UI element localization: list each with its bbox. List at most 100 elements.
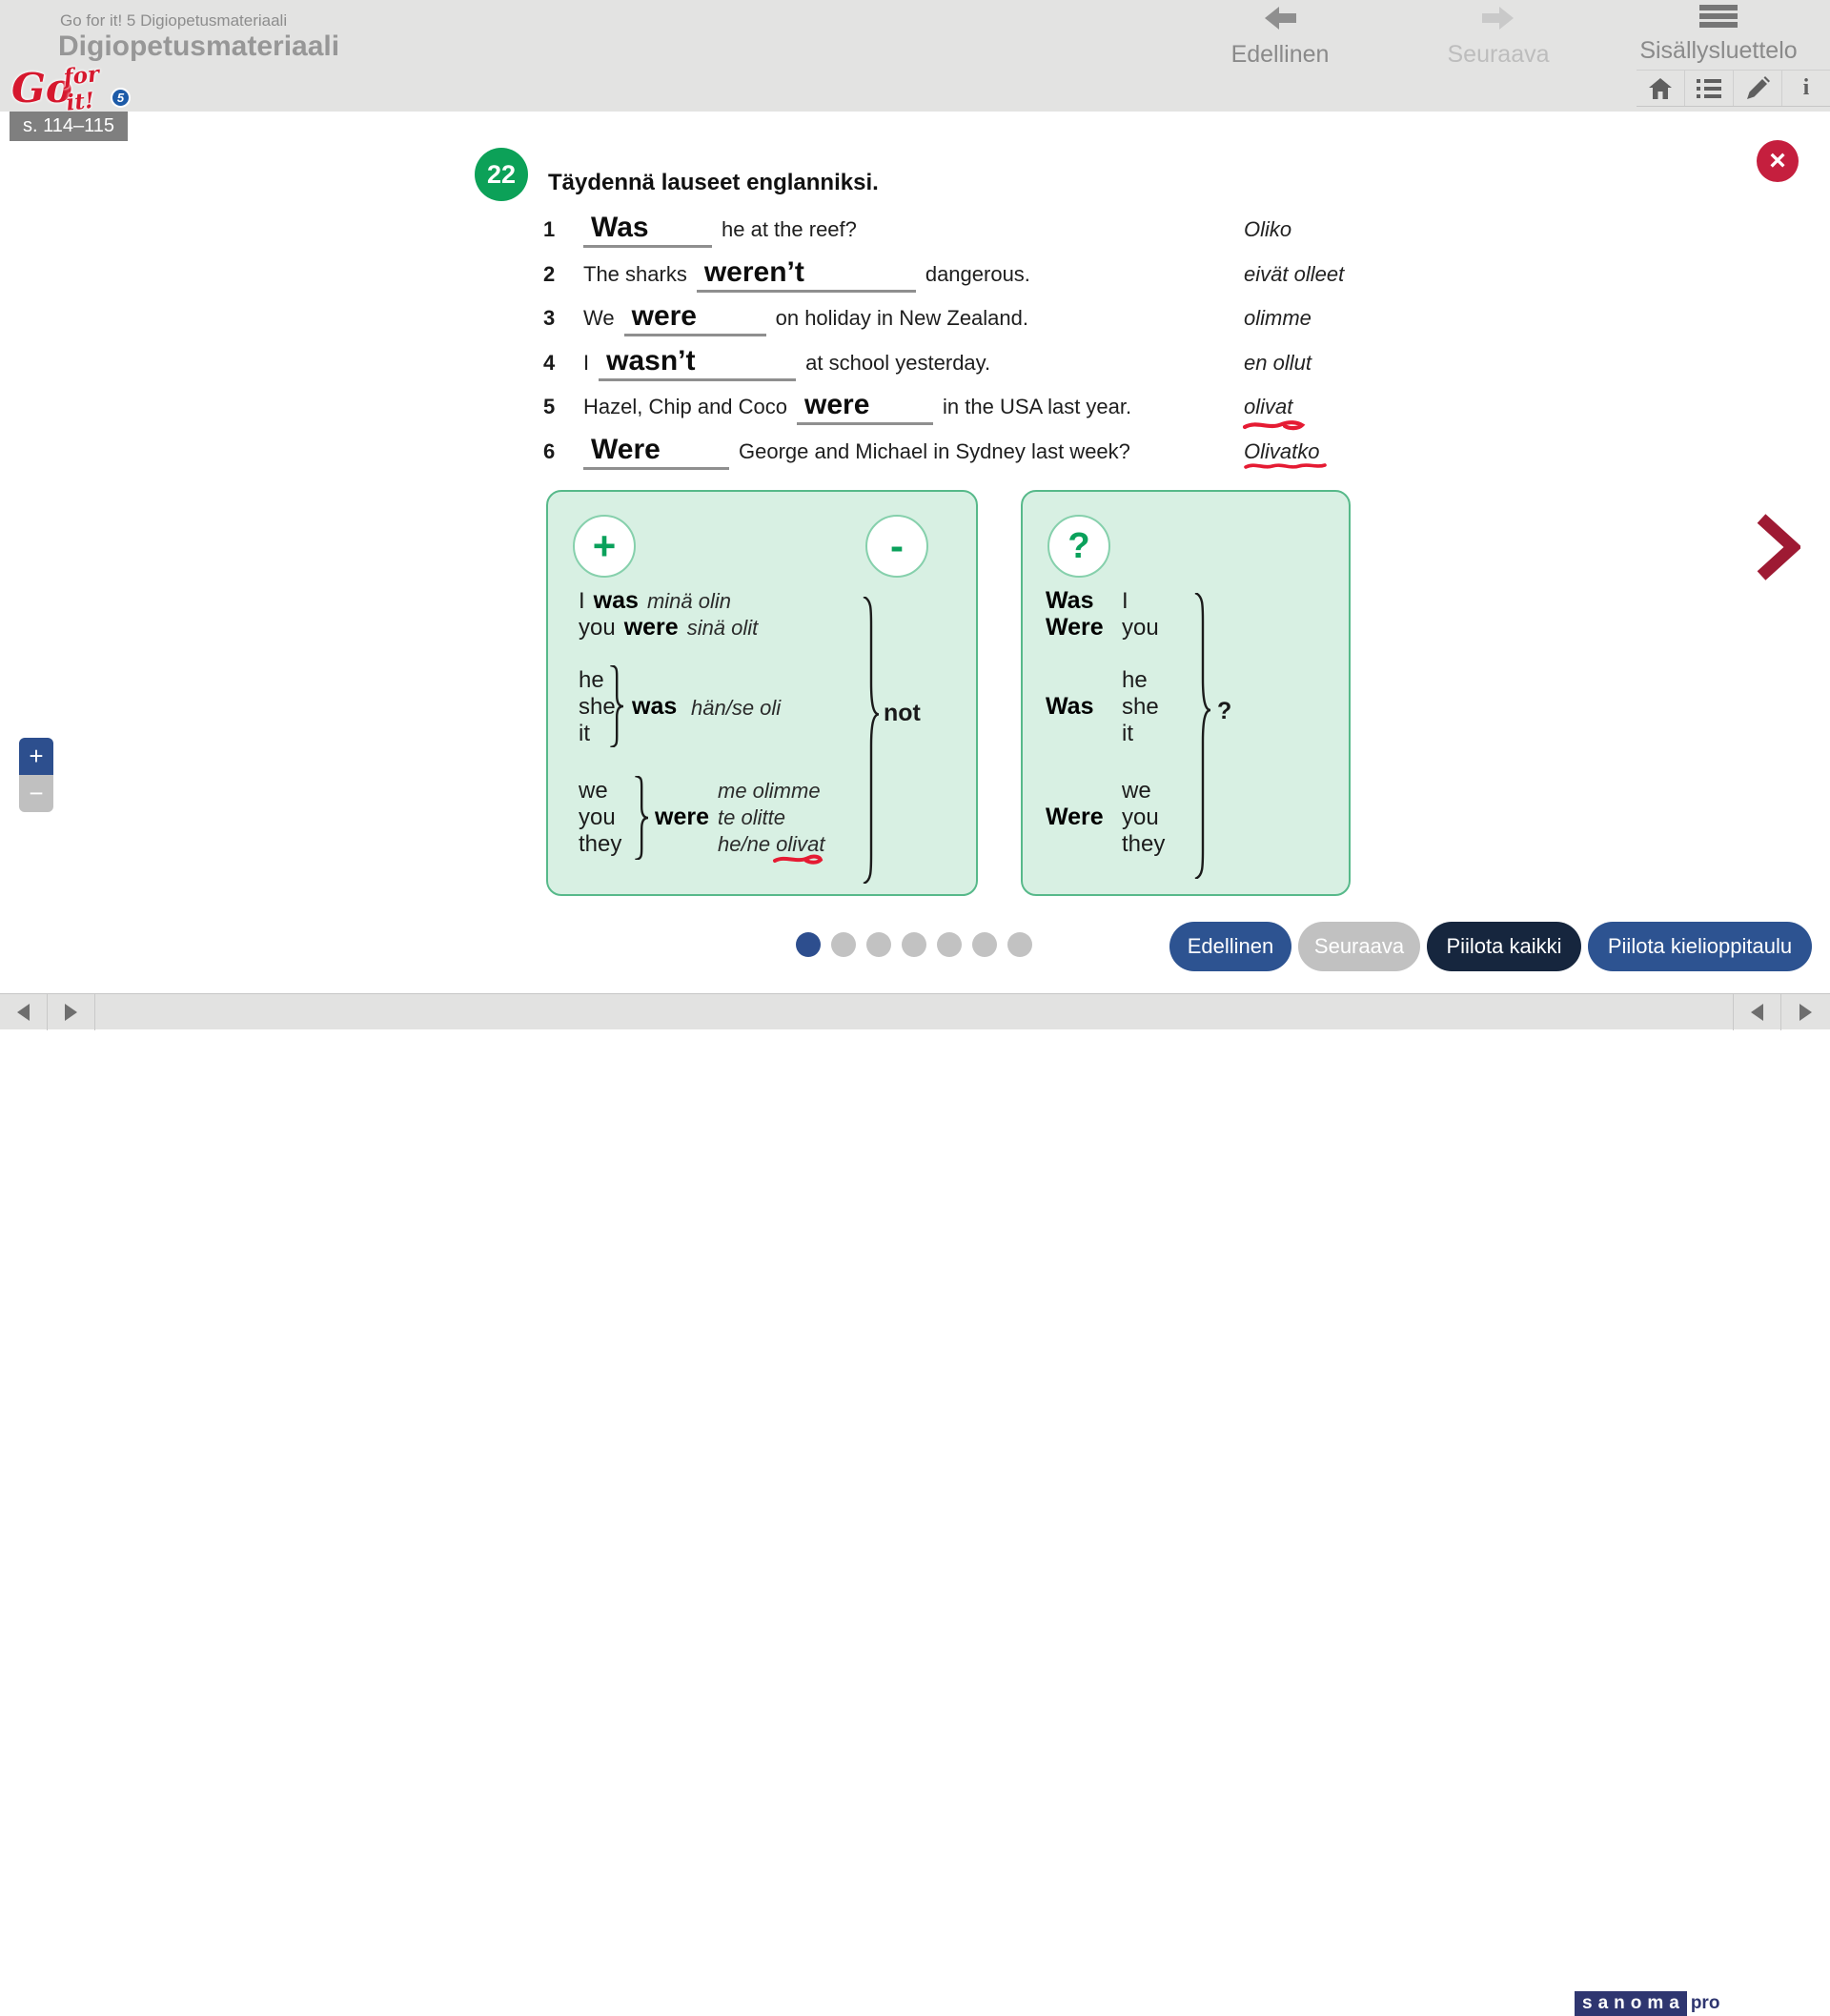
red-scribble-mark — [1242, 417, 1309, 433]
brace-large — [860, 597, 879, 884]
pronoun-group: he she it — [1122, 667, 1159, 747]
verb: were — [655, 804, 709, 831]
bottom-bar: sanoma pro — [0, 993, 1830, 1029]
next-task-button[interactable]: Seuraava — [1298, 922, 1420, 971]
finnish-hint: Oliko — [1244, 217, 1401, 242]
sentence-post: on holiday in New Zealand. — [776, 306, 1028, 331]
nav-toc-label: Sisällysluettelo — [1614, 37, 1823, 65]
answer-blank[interactable]: were — [797, 391, 933, 425]
list-icon — [1697, 78, 1721, 99]
answer-blank[interactable]: wasn’t — [599, 347, 796, 381]
pencil-button[interactable] — [1733, 71, 1781, 106]
footer-buttons: Edellinen Seuraava Piilota kaikki Piilot… — [1169, 922, 1812, 971]
sentence-post: at school yesterday. — [805, 351, 990, 376]
verb: was — [594, 587, 639, 615]
answer-blank[interactable]: Was — [583, 214, 712, 248]
pagination-dot[interactable] — [831, 932, 856, 957]
menu-icon — [1699, 4, 1738, 29]
finnish-translation: minä olin — [647, 589, 731, 614]
sentence-pre: The sharks — [583, 262, 687, 287]
question-mark-icon: ? — [1047, 515, 1110, 578]
page-title: Digiopetusmateriaali — [58, 31, 339, 63]
nav-table-of-contents[interactable]: Sisällysluettelo — [1614, 4, 1823, 65]
pronoun: I — [1122, 588, 1128, 615]
finnish-translation: sinä olit — [687, 616, 759, 641]
triangle-left-icon — [17, 1004, 30, 1021]
sentence-post: in the USA last year. — [943, 395, 1131, 419]
scroll-left-button-right[interactable] — [1733, 994, 1780, 1030]
scroll-right-button[interactable] — [48, 994, 95, 1030]
info-button[interactable]: i — [1781, 71, 1830, 106]
sentence-row: 4 Iwasn’tat school yesterday. en ollut — [543, 347, 1401, 392]
pencil-icon — [1745, 76, 1770, 101]
answer-blank[interactable]: were — [624, 302, 766, 336]
pagination-dot[interactable] — [902, 932, 926, 957]
pagination-dot[interactable] — [866, 932, 891, 957]
red-scribble-mark — [772, 852, 824, 867]
sentence-number: 5 — [543, 395, 583, 419]
sentence-post: he at the reef? — [722, 217, 857, 242]
brace — [632, 776, 648, 860]
nav-previous[interactable]: Edellinen — [1175, 4, 1385, 69]
close-button[interactable]: × — [1757, 140, 1799, 182]
list-button[interactable] — [1684, 71, 1733, 106]
zoom-in-button[interactable]: + — [19, 738, 53, 775]
question-mark-label: ? — [1217, 698, 1231, 725]
brace-large — [1191, 593, 1210, 879]
pagination-dots — [796, 932, 1032, 957]
chevron-right-icon — [1755, 513, 1800, 581]
toolbar: i — [1637, 70, 1830, 107]
finnish-translation: hän/se oli — [691, 696, 781, 721]
hide-grammar-table-button[interactable]: Piilota kielioppitaulu — [1588, 922, 1812, 971]
pronoun-group: we you they — [579, 778, 621, 858]
answer-blank[interactable]: Were — [583, 436, 729, 470]
next-page-arrow[interactable] — [1755, 513, 1800, 586]
sentence-row: 3 Wewereon holiday in New Zealand. olimm… — [543, 302, 1401, 347]
verb: Was — [1046, 693, 1093, 721]
sentence-number: 4 — [543, 351, 583, 376]
sentence-pre: Hazel, Chip and Coco — [583, 395, 787, 419]
finnish-translation-group: me olimme te olitte he/ne olivat — [718, 778, 825, 858]
header: Go for it! 5 Digiopetusmateriaali Digiop… — [0, 0, 1830, 112]
finnish-hint: Olivatko — [1244, 439, 1401, 464]
pagination-dot[interactable] — [796, 932, 821, 957]
scroll-right-button-right[interactable] — [1780, 994, 1830, 1030]
verb: Were — [1046, 804, 1104, 831]
answer-blank[interactable]: weren’t — [697, 258, 916, 293]
sanoma-wordmark: sanoma — [1575, 1991, 1687, 2016]
sentence-post: George and Michael in Sydney last week? — [739, 439, 1130, 464]
plus-icon: + — [573, 515, 636, 578]
zoom-controls: + − — [19, 738, 53, 812]
sentence-number: 2 — [543, 262, 583, 287]
verb: were — [624, 614, 679, 641]
finnish-hint: eivät olleet — [1244, 262, 1401, 287]
triangle-right-icon — [1800, 1004, 1812, 1021]
scroll-left-button[interactable] — [0, 994, 48, 1030]
nav-next[interactable]: Seuraava — [1393, 4, 1603, 69]
pagination-dot[interactable] — [1007, 932, 1032, 957]
pronoun: you — [579, 615, 616, 641]
sentence-post: dangerous. — [925, 262, 1030, 287]
sentence-row: 1 Washe at the reef? Oliko — [543, 214, 1401, 258]
home-icon — [1648, 77, 1673, 100]
pronoun: you — [1122, 615, 1159, 641]
sentence-number: 6 — [543, 439, 583, 464]
exercise-title: Täydennä lauseet englanniksi. — [548, 170, 879, 196]
arrow-right-icon — [1478, 4, 1518, 32]
nav-previous-label: Edellinen — [1175, 41, 1385, 69]
home-button[interactable] — [1637, 71, 1684, 106]
zoom-out-button[interactable]: − — [19, 775, 53, 812]
close-icon: × — [1769, 145, 1786, 177]
pagination-dot[interactable] — [937, 932, 962, 957]
negation-label: not — [884, 700, 921, 727]
previous-task-button[interactable]: Edellinen — [1169, 922, 1291, 971]
triangle-right-icon — [65, 1004, 77, 1021]
triangle-left-icon — [1751, 1004, 1763, 1021]
pagination-dot[interactable] — [972, 932, 997, 957]
finnish-hint: olivat — [1244, 395, 1401, 419]
sentence-row: 2 The sharks weren’t dangerous. eivät olle… — [543, 258, 1401, 303]
sanoma-pro-logo: sanoma pro — [1575, 1991, 1719, 2016]
hide-all-button[interactable]: Piilota kaikki — [1427, 922, 1581, 971]
sentence-number: 3 — [543, 306, 583, 331]
sentence-pre: I — [583, 351, 589, 376]
